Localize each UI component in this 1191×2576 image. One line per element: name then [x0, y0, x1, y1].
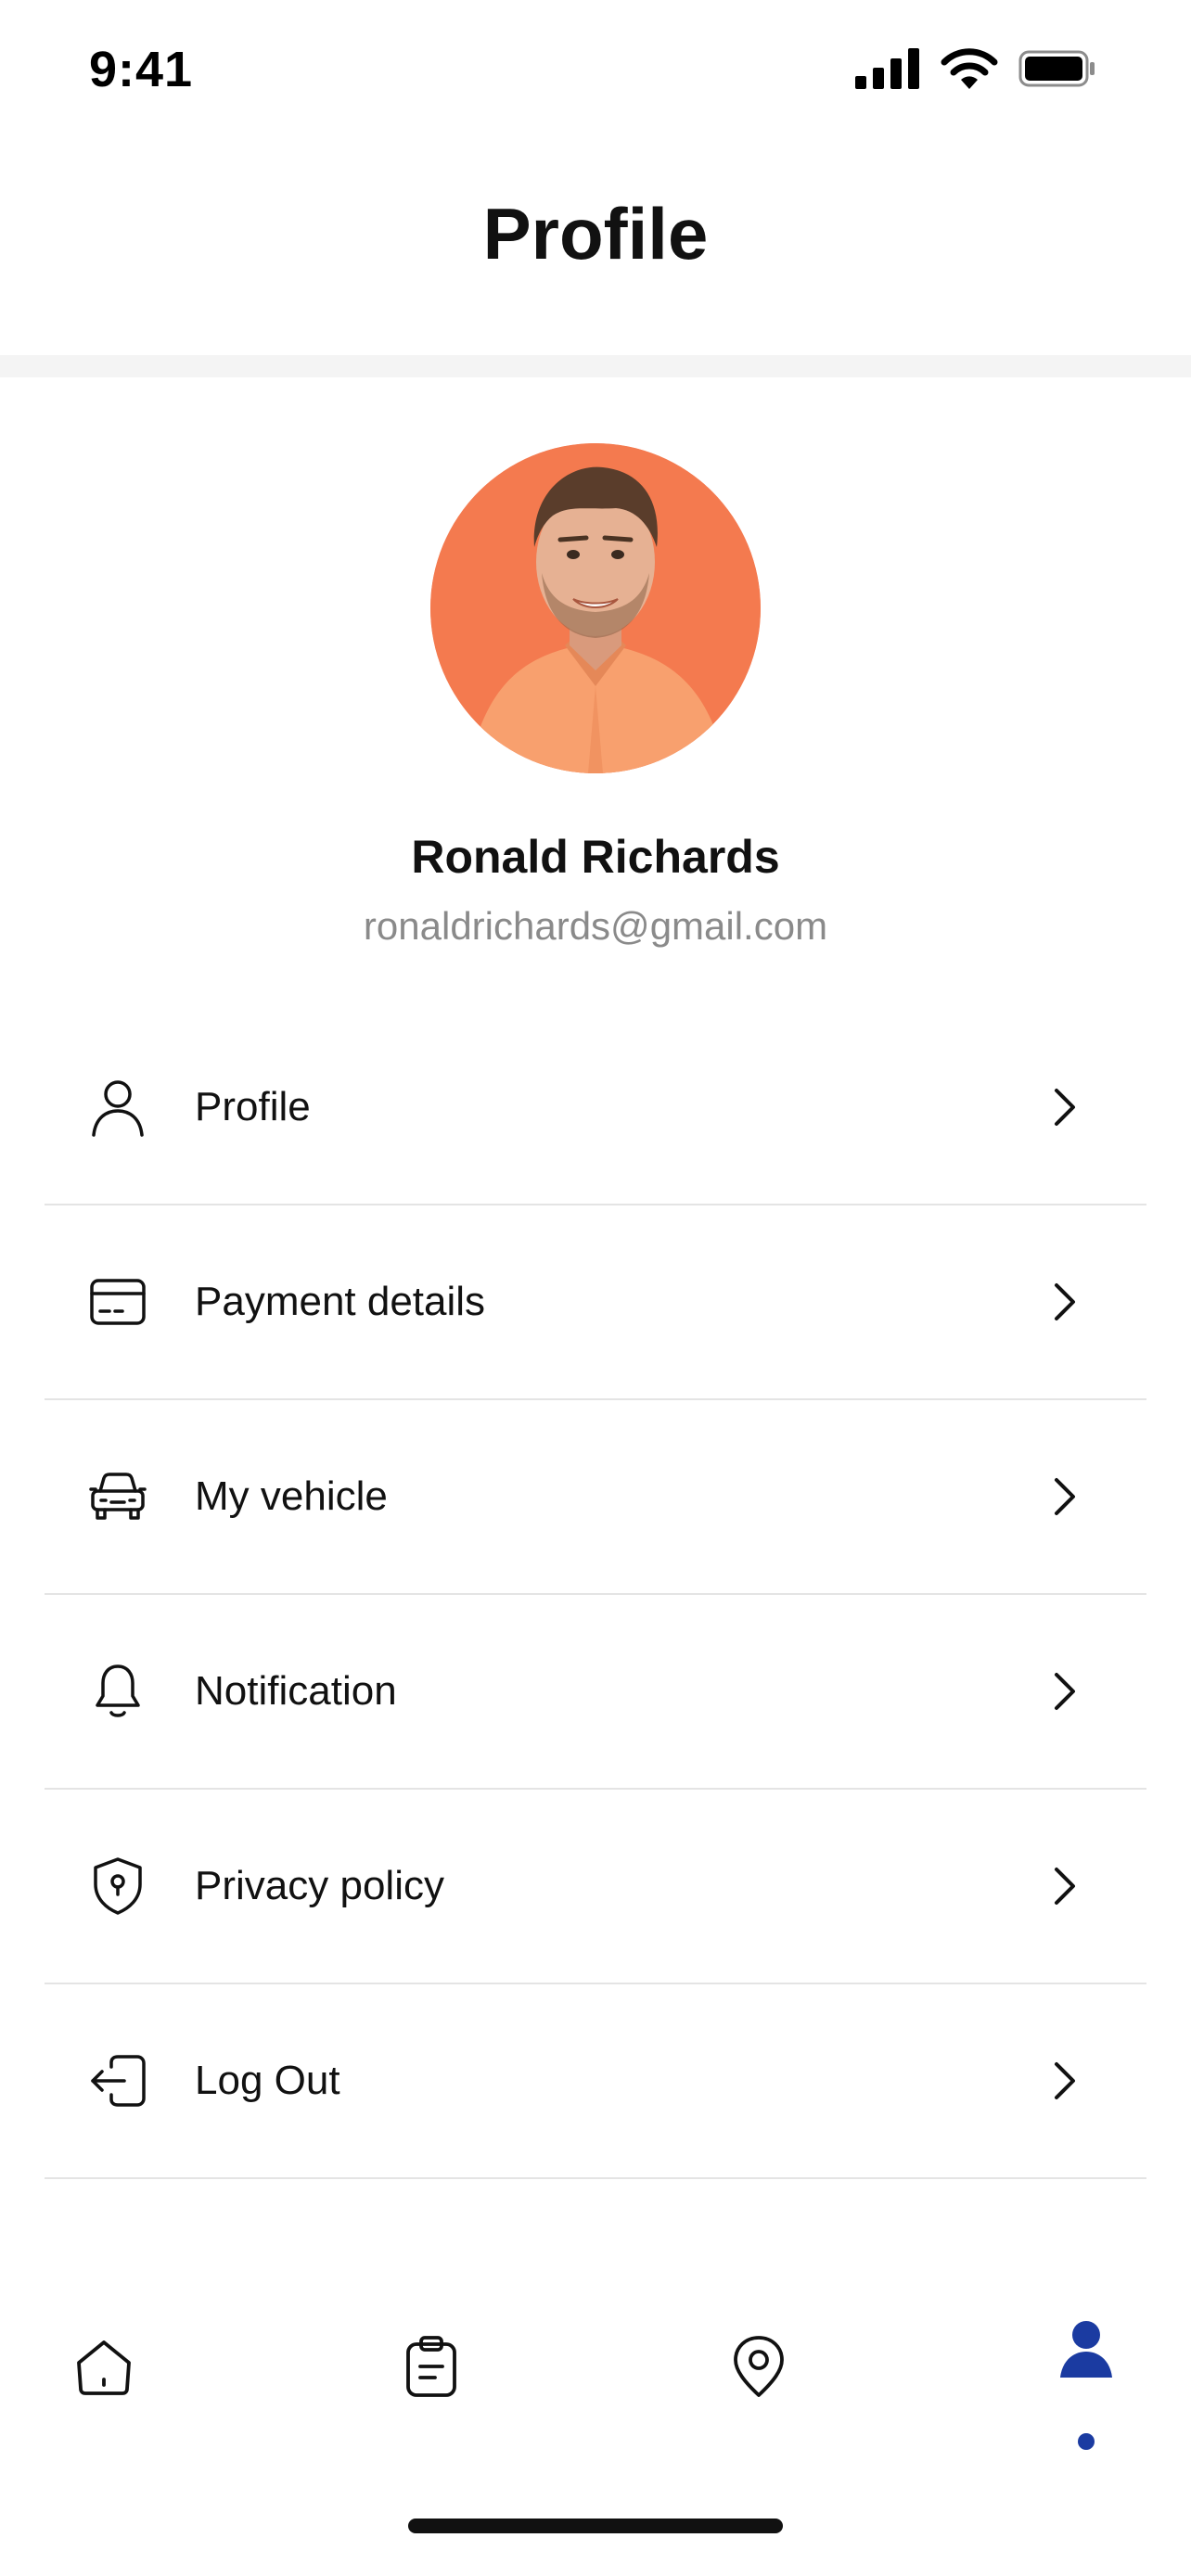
menu-item-log-out[interactable]: Log Out [45, 1984, 1146, 2179]
menu-item-label: My vehicle [195, 1473, 388, 1519]
logout-icon [87, 2050, 148, 2111]
car-icon [87, 1466, 148, 1527]
home-indicator[interactable] [408, 2519, 783, 2533]
chevron-right-icon [1046, 2058, 1083, 2104]
chevron-right-icon [1046, 1084, 1083, 1130]
location-pin-icon [731, 2335, 787, 2403]
user-name: Ronald Richards [411, 831, 780, 883]
avatar-photo [430, 443, 761, 773]
chevron-right-icon [1046, 1473, 1083, 1520]
user-email: ronaldrichards@gmail.com [363, 904, 828, 948]
user-icon [87, 1077, 148, 1138]
status-time: 9:41 [89, 42, 194, 97]
menu-item-privacy-policy[interactable]: Privacy policy [45, 1790, 1146, 1984]
menu-item-notification[interactable]: Notification [45, 1595, 1146, 1790]
bottom-nav [0, 2300, 1191, 2457]
menu-item-payment-details[interactable]: Payment details [45, 1205, 1146, 1400]
card-icon [87, 1271, 148, 1333]
status-icons [855, 48, 1096, 94]
menu-item-label: Notification [195, 1668, 397, 1714]
avatar[interactable] [430, 443, 761, 773]
profile-screen: 9:41 Profile Ronald Richards ronaldricha… [0, 0, 1191, 2576]
chevron-right-icon [1046, 1279, 1083, 1325]
header-divider [0, 355, 1191, 377]
nav-item-home[interactable] [48, 2337, 160, 2476]
active-indicator-dot [1078, 2433, 1095, 2450]
chevron-right-icon [1046, 1863, 1083, 1909]
signal-icon [855, 48, 920, 94]
page-title: Profile [482, 193, 709, 274]
user-filled-icon [1058, 2320, 1114, 2386]
home-icon [73, 2337, 134, 2403]
clipboard-icon [404, 2335, 458, 2403]
wifi-icon [941, 48, 998, 94]
menu-item-profile[interactable]: Profile [45, 1011, 1146, 1205]
battery-icon [1018, 50, 1096, 92]
shield-icon [87, 1855, 148, 1917]
header: Profile [0, 139, 1191, 357]
nav-item-profile[interactable] [1031, 2320, 1142, 2459]
settings-menu: Profile Payment details My vehicle Notif… [45, 1011, 1146, 2179]
chevron-right-icon [1046, 1668, 1083, 1715]
menu-item-label: Privacy policy [195, 1863, 444, 1908]
nav-item-location[interactable] [703, 2335, 814, 2474]
status-bar: 9:41 [0, 0, 1191, 139]
bell-icon [87, 1661, 148, 1722]
menu-item-my-vehicle[interactable]: My vehicle [45, 1400, 1146, 1595]
menu-item-label: Profile [195, 1084, 311, 1129]
nav-item-orders[interactable] [376, 2335, 487, 2474]
menu-item-label: Log Out [195, 2058, 340, 2103]
menu-item-label: Payment details [195, 1279, 486, 1324]
